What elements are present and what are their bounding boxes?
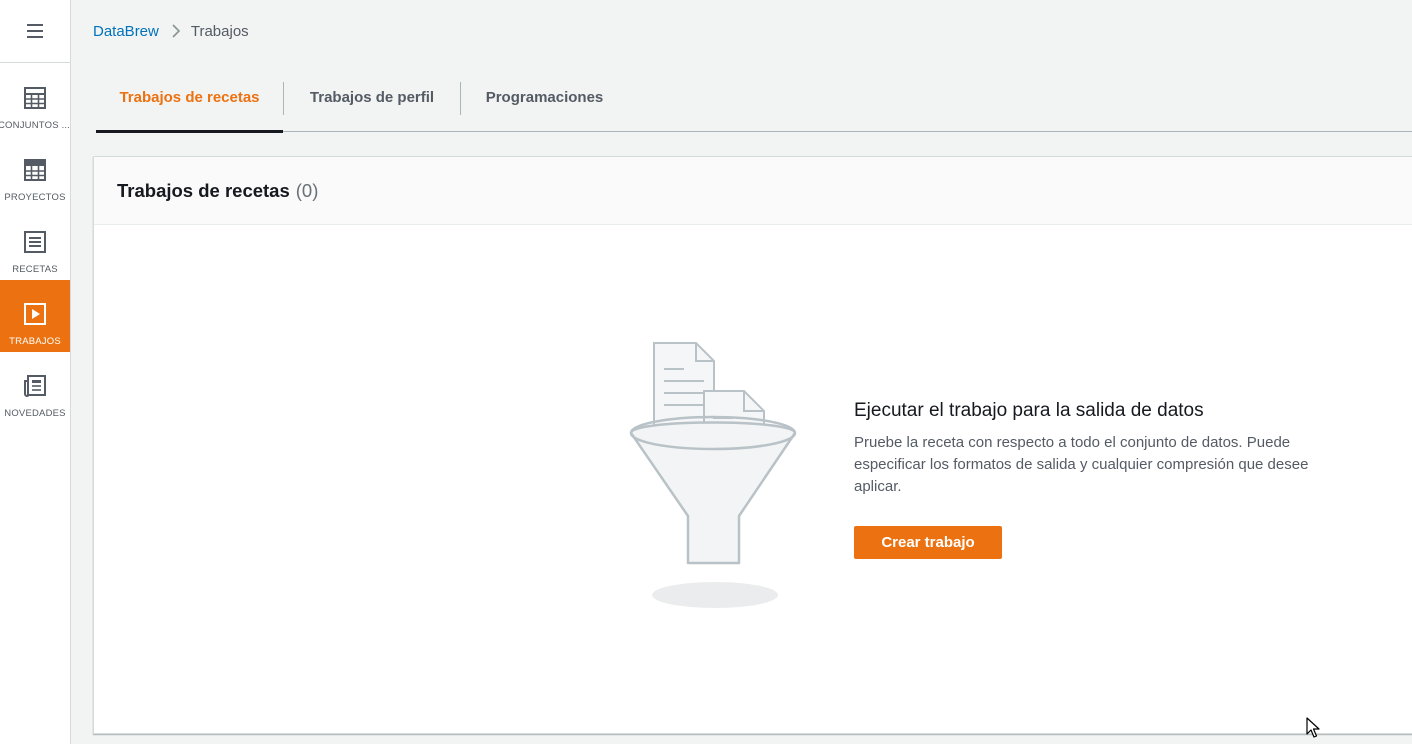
mouse-cursor-icon (1306, 717, 1320, 744)
recipe-list-icon (23, 230, 47, 254)
nav-item-label: CONJUNTOS ... (0, 120, 70, 131)
tab-label: Programaciones (485, 89, 604, 106)
empty-state-title: Ejecutar el trabajo para la salida de da… (854, 400, 1204, 421)
project-grid-icon (23, 158, 47, 182)
nav-item-recipes[interactable]: RECETAS (0, 208, 70, 280)
nav-item-jobs[interactable]: TRABAJOS (0, 280, 70, 352)
nav-item-label: RECETAS (12, 264, 58, 275)
table-grid-icon (23, 86, 47, 110)
breadcrumb-databrew-link[interactable]: DataBrew (93, 23, 159, 40)
nav-item-news[interactable]: NOVEDADES (0, 352, 70, 424)
empty-state: Ejecutar el trabajo para la salida de da… (854, 400, 1354, 559)
nav-item-label: PROYECTOS (4, 192, 66, 203)
create-job-button[interactable]: Crear trabajo (854, 526, 1002, 559)
job-tabs: Trabajos de recetas Trabajos de perfil P… (96, 64, 1412, 133)
breadcrumb: DataBrew Trabajos (93, 20, 249, 42)
tab-schedules[interactable]: Programaciones (461, 64, 628, 131)
panel-title: Trabajos de recetas (117, 179, 290, 201)
tab-label: Trabajos de perfil (309, 89, 435, 106)
menu-toggle-button[interactable] (0, 0, 70, 63)
tab-label: Trabajos de recetas (119, 89, 260, 106)
panel-header: Trabajos de recetas (0) (94, 157, 1412, 225)
recipe-jobs-panel: Trabajos de recetas (0) Ejecutar el trab… (93, 156, 1412, 734)
job-count: (0) (295, 179, 319, 201)
play-icon (23, 302, 47, 326)
side-nav-rail: CONJUNTOS ... PROYECTOS RECETAS TRABAJOS… (0, 0, 71, 744)
empty-state-description: Pruebe la receta con respecto a todo el … (854, 434, 1309, 495)
chevron-right-icon (172, 24, 180, 38)
tab-recipe-jobs[interactable]: Trabajos de recetas (96, 64, 283, 133)
newspaper-icon (23, 374, 47, 398)
tab-profile-jobs[interactable]: Trabajos de perfil (284, 64, 460, 131)
hamburger-icon (27, 24, 43, 38)
funnel-documents-icon (629, 341, 799, 616)
nav-item-label: NOVEDADES (4, 408, 66, 419)
nav-item-label: TRABAJOS (9, 336, 61, 347)
nav-item-datasets[interactable]: CONJUNTOS ... (0, 64, 70, 136)
breadcrumb-current: Trabajos (190, 22, 249, 40)
nav-item-projects[interactable]: PROYECTOS (0, 136, 70, 208)
